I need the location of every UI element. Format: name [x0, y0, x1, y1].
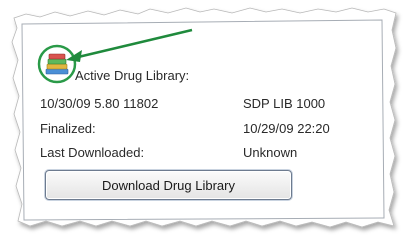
- library-version-value: 10/30/09 5.80 11802: [40, 96, 159, 111]
- last-downloaded-value: Unknown: [243, 145, 298, 160]
- active-drug-library-label: Active Drug Library:: [75, 68, 190, 83]
- last-downloaded-label: Last Downloaded:: [40, 145, 145, 160]
- drug-library-panel: Active Drug Library: 10/30/09 5.80 11802…: [0, 0, 406, 240]
- library-name-value: SDP LIB 1000: [243, 96, 326, 111]
- annotation-arrow-icon: [66, 28, 193, 62]
- download-drug-library-button[interactable]: Download Drug Library: [45, 170, 292, 200]
- finalized-label: Finalized:: [40, 121, 96, 136]
- finalized-value: 10/29/09 22:20: [243, 121, 330, 136]
